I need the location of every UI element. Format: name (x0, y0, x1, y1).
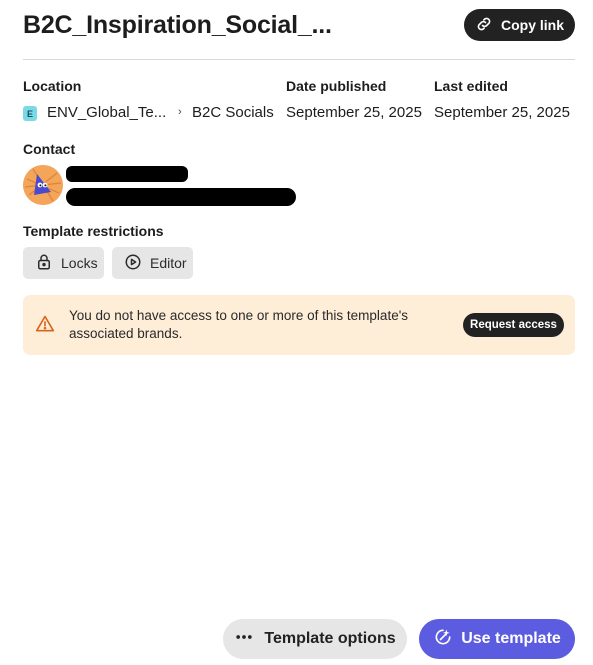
request-access-button[interactable]: Request access (463, 313, 564, 337)
page-title: B2C_Inspiration_Social_... (23, 11, 332, 39)
avatar-icon (23, 165, 63, 205)
magic-edit-icon (433, 627, 453, 652)
play-circle-icon (124, 253, 142, 274)
header-divider (23, 59, 575, 60)
copy-link-label: Copy link (500, 17, 564, 33)
last-edited-label: Last edited (434, 78, 508, 94)
location-label: Location (23, 78, 82, 94)
redacted-contact-name (66, 166, 188, 182)
redacted-contact-email (66, 188, 296, 206)
restrictions-label: Template restrictions (23, 223, 164, 239)
last-edited-value: September 25, 2025 (434, 104, 570, 121)
location-badge: E (23, 106, 37, 121)
location-subfolder-link[interactable]: B2C Socials (192, 104, 274, 121)
date-published-label: Date published (286, 78, 387, 94)
use-template-button[interactable]: Use template (419, 619, 575, 659)
location-folder-link[interactable]: ENV_Global_Te... (47, 104, 166, 121)
copy-link-button[interactable]: Copy link (464, 9, 575, 41)
link-icon (475, 15, 493, 36)
template-options-label: Template options (264, 630, 396, 647)
locks-chip[interactable]: Locks (23, 247, 104, 279)
locks-chip-label: Locks (61, 255, 98, 271)
lock-icon (35, 253, 53, 274)
use-template-label: Use template (461, 630, 561, 647)
access-alert: You do not have access to one or more of… (23, 295, 575, 355)
chevron-right-icon: › (178, 106, 182, 118)
date-published-value: September 25, 2025 (286, 104, 422, 121)
editor-chip-label: Editor (150, 255, 187, 271)
contact-label: Contact (23, 141, 76, 157)
warning-icon (35, 314, 55, 334)
alert-message: You do not have access to one or more of… (69, 308, 409, 341)
template-options-button[interactable]: Template options (223, 619, 407, 659)
more-icon (234, 627, 254, 652)
editor-chip[interactable]: Editor (112, 247, 193, 279)
